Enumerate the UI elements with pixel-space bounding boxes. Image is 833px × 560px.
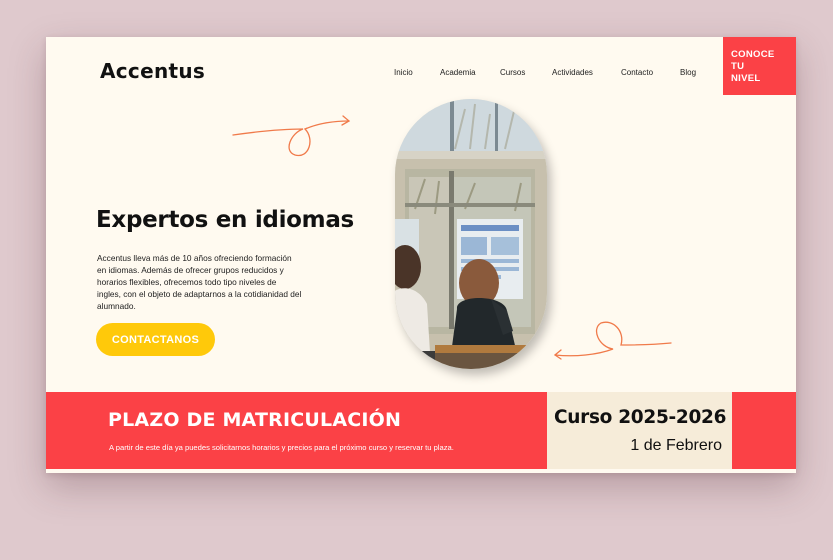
enrollment-banner: PLAZO DE MATRICULACIÓN A partir de este … xyxy=(46,392,796,469)
nav-actividades[interactable]: Actividades xyxy=(552,68,593,77)
hero-description: Accentus lleva más de 10 años ofreciendo… xyxy=(97,253,302,311)
course-title: Curso 2025-2026 xyxy=(554,407,727,428)
hero-title: Expertos en idiomas xyxy=(96,207,354,233)
classroom-photo xyxy=(395,99,547,369)
logo[interactable]: Accentus xyxy=(100,59,205,83)
nav-cursos[interactable]: Cursos xyxy=(500,68,525,77)
website-page: Accentus Inicio Academia Cursos Activida… xyxy=(46,37,796,473)
contact-button[interactable]: CONTACTANOS xyxy=(96,323,215,356)
nav-blog[interactable]: Blog xyxy=(680,68,696,77)
banner-text: A partir de este día ya puedes solicitar… xyxy=(109,443,454,452)
course-date: 1 de Febrero xyxy=(630,437,722,454)
nav-contacto[interactable]: Contacto xyxy=(621,68,653,77)
conoce-tu-nivel-button[interactable]: CONOCE TU NIVEL xyxy=(723,37,796,95)
nav-academia[interactable]: Academia xyxy=(440,68,476,77)
classroom-photo-icon xyxy=(395,99,547,369)
doodle-arrow-left-icon xyxy=(553,321,672,360)
course-box: Curso 2025-2026 1 de Febrero xyxy=(547,392,732,469)
doodle-arrow-right-icon xyxy=(232,115,351,157)
banner-title: PLAZO DE MATRICULACIÓN xyxy=(108,409,402,431)
nav-inicio[interactable]: Inicio xyxy=(394,68,413,77)
